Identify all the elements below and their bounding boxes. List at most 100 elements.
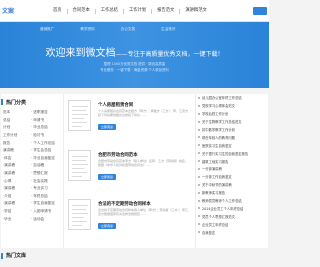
list-item-title[interactable]: 2014企业员工个人年终总结 — [202, 206, 243, 211]
banner-title-tagline: ——专注于高质量优秀文档，一键下载！ — [115, 51, 224, 58]
list-item[interactable]: 党校学习心得体会范文 — [196, 102, 268, 110]
list-item[interactable]: 关于银行实习生的自我鉴定报告 — [196, 149, 268, 157]
category-row: ·学结 · 入团申请书 — [1, 208, 61, 216]
list-item[interactable]: 关于中秋节的演讲稿 — [196, 181, 268, 189]
category-link[interactable]: · 个人工作总结 — [31, 141, 61, 146]
category-link[interactable]: · 入团申请书 — [31, 209, 61, 214]
list-item-title[interactable]: 党校学习心得体会范文 — [202, 103, 235, 108]
category-link[interactable]: 报告 — [1, 141, 31, 146]
list-item-title[interactable]: 自我鉴定 — [202, 230, 215, 235]
bullet-icon — [198, 152, 200, 155]
list-item[interactable]: 幼儿园办公室年终工作总结 — [196, 94, 268, 102]
category-link[interactable]: · 检讨书 — [31, 133, 61, 138]
category-row: ·介绍 · 年终总结 — [1, 193, 61, 201]
category-link[interactable]: ·介绍 — [1, 194, 31, 199]
card-title[interactable]: 合肥市劳动合同范本 — [98, 152, 138, 158]
popular-library-header: 热门文库 — [1, 252, 26, 259]
category-link[interactable]: ·学结 — [1, 209, 31, 214]
list-item-title[interactable]: 企业员工年终总结 — [202, 222, 228, 227]
bullet-icon — [198, 215, 200, 218]
category-link[interactable]: 范本 — [1, 110, 31, 115]
doc-thumbnail[interactable] — [68, 199, 91, 230]
category-link[interactable]: · 专业实习 — [31, 186, 61, 191]
category-link[interactable]: · 申请书 — [31, 118, 61, 123]
list-item[interactable]: 自我鉴定 — [196, 228, 268, 236]
category-link[interactable]: ·演讲稿 — [1, 171, 31, 176]
list-item[interactable]: 党员个人思想汇报范文 — [196, 212, 268, 220]
category-link[interactable]: ·毕业 — [1, 217, 31, 222]
list-item[interactable]: 2014企业员工个人年终总结 — [196, 204, 268, 212]
list-item-title[interactable]: 医院实习生自我鉴定 — [202, 143, 232, 148]
nav-contracts[interactable]: 合同范本 — [68, 0, 95, 22]
nav-speeches[interactable]: 演讲稿范文 — [180, 0, 211, 22]
category-link[interactable]: · 毕业总结 — [31, 125, 61, 130]
list-item-title[interactable]: 一分钟工作自我鉴定 — [202, 174, 232, 179]
nav-work-summary[interactable]: 工作总结 — [96, 0, 123, 22]
category-link[interactable]: 演讲稿 — [1, 148, 31, 153]
list-item[interactable]: 现在年轻人的教育问题 — [196, 133, 268, 141]
list-item-title[interactable]: 初中数学教学工作计划 — [202, 127, 235, 132]
read-now-button[interactable]: 立即阅读 — [98, 124, 116, 130]
category-link[interactable]: ·演讲稿 — [1, 186, 31, 191]
list-item-title[interactable]: 关于银行实习生的自我鉴定报告 — [202, 151, 248, 156]
category-link[interactable]: · 学生会总结 — [31, 148, 61, 153]
list-item-title[interactable]: 党员个人思想汇报范文 — [202, 214, 235, 219]
category-link[interactable]: · 加油稿 — [31, 163, 61, 168]
list-item-title[interactable]: 幼儿园办公室年终工作总结 — [202, 95, 242, 100]
featured-card[interactable]: 合法的不定期劳动合同样本 合法的不定期劳动合同样本用人单位（甲方）：劳动者（乙方… — [68, 199, 194, 235]
category-link[interactable]: · 毕业自我鉴定 — [31, 156, 61, 161]
list-item[interactable]: 医院实习生自我鉴定 — [196, 141, 268, 149]
banner-tab[interactable]: 办公文档 — [121, 27, 135, 32]
category-link[interactable]: · 年终总结 — [31, 194, 61, 199]
category-link[interactable]: ·演讲稿 — [1, 201, 31, 206]
site-logo[interactable]: 文案 — [2, 6, 14, 15]
category-link[interactable]: ·演讲稿 — [1, 163, 31, 168]
hero-banner: 营销推广 教学资料 办公文档 生活常识 欢迎来到微文档——专注于高质量优秀文档，… — [0, 22, 269, 88]
category-row: ·演讲稿 · 学生自我鉴定 — [1, 200, 61, 208]
user-button[interactable] — [253, 7, 267, 15]
category-link[interactable]: 计划 — [1, 125, 31, 130]
category-link[interactable]: 总结 — [1, 118, 31, 123]
list-item-title[interactable]: 新教师实习报告 — [202, 190, 225, 195]
banner-tab[interactable]: 生活常识 — [161, 27, 175, 32]
nav-reports[interactable]: 报告范文 — [152, 0, 179, 22]
category-link[interactable]: ·体会 — [1, 156, 31, 161]
doc-thumbnail[interactable] — [68, 150, 91, 181]
list-item-title[interactable]: 现在年轻人的教育问题 — [202, 135, 235, 140]
card-title[interactable]: 个人房屋租赁合同 — [98, 102, 133, 108]
nav-home[interactable]: 首页 — [48, 0, 67, 22]
banner-tab[interactable]: 教学资料 — [80, 27, 94, 32]
list-item[interactable]: 教师党员教师个人工作总结 — [196, 197, 268, 205]
list-item-title[interactable]: 一分钟演讲稿 — [202, 166, 222, 171]
featured-card[interactable]: 个人房屋租赁合同 个人房屋租赁合同范本出租方（甲方）：承租方（乙方）：甲、乙双方… — [68, 100, 194, 136]
read-now-button[interactable]: 立即阅读 — [98, 174, 116, 180]
list-item[interactable]: 初中数学教学工作计划 — [196, 126, 268, 134]
list-item-title[interactable]: 学校后勤工作计划 — [202, 111, 228, 116]
read-now-button[interactable]: 立即阅读 — [98, 223, 116, 229]
list-item-title[interactable]: 建筑工地实习报告 — [202, 159, 228, 164]
list-item-title[interactable]: 教师党员教师个人工作总结 — [202, 198, 242, 203]
list-item[interactable]: 企业员工年终总结 — [196, 220, 268, 228]
list-item[interactable]: 关于生物教学工作总结范文 — [196, 118, 268, 126]
list-item[interactable]: 一分钟演讲稿 — [196, 165, 268, 173]
category-link[interactable]: ·心得 — [1, 179, 31, 184]
category-link[interactable]: · 思想汇报 — [31, 171, 61, 176]
list-item[interactable]: 建筑工地实习报告 — [196, 157, 268, 165]
category-link[interactable]: · 运动会 — [31, 217, 61, 222]
category-link[interactable]: · 社会实践 — [31, 179, 61, 184]
list-item-title[interactable]: 关于中秋节的演讲稿 — [202, 182, 232, 187]
banner-tab[interactable]: 营销推广 — [40, 27, 54, 32]
card-title[interactable]: 合法的不定期劳动合同样本 — [98, 201, 151, 207]
category-link[interactable]: · 述职报告 — [31, 110, 61, 115]
category-link[interactable]: 工作计划 — [1, 133, 31, 138]
list-item-title[interactable]: 关于生物教学工作总结范文 — [202, 119, 242, 124]
nav-work-plan[interactable]: 工作计划 — [124, 0, 151, 22]
featured-card[interactable]: 合肥市劳动合同范本 合肥市劳动合同范本甲方（用人单位）名称：乙方（劳动者）姓名：… — [68, 150, 194, 186]
list-item[interactable]: 学校后勤工作计划 — [196, 110, 268, 118]
doc-thumbnail[interactable] — [68, 100, 91, 131]
list-item[interactable]: 一分钟工作自我鉴定 — [196, 173, 268, 181]
category-link[interactable]: · 学生自我鉴定 — [31, 201, 61, 206]
content-panel: 热门分类 范本 · 述职报告 总结 · 申请书 计划 · 毕业总结 工作计划 · 检讨书 报告 ·… — [1, 94, 268, 248]
bullet-icon — [198, 144, 200, 147]
list-item[interactable]: 新教师实习报告 — [196, 189, 268, 197]
